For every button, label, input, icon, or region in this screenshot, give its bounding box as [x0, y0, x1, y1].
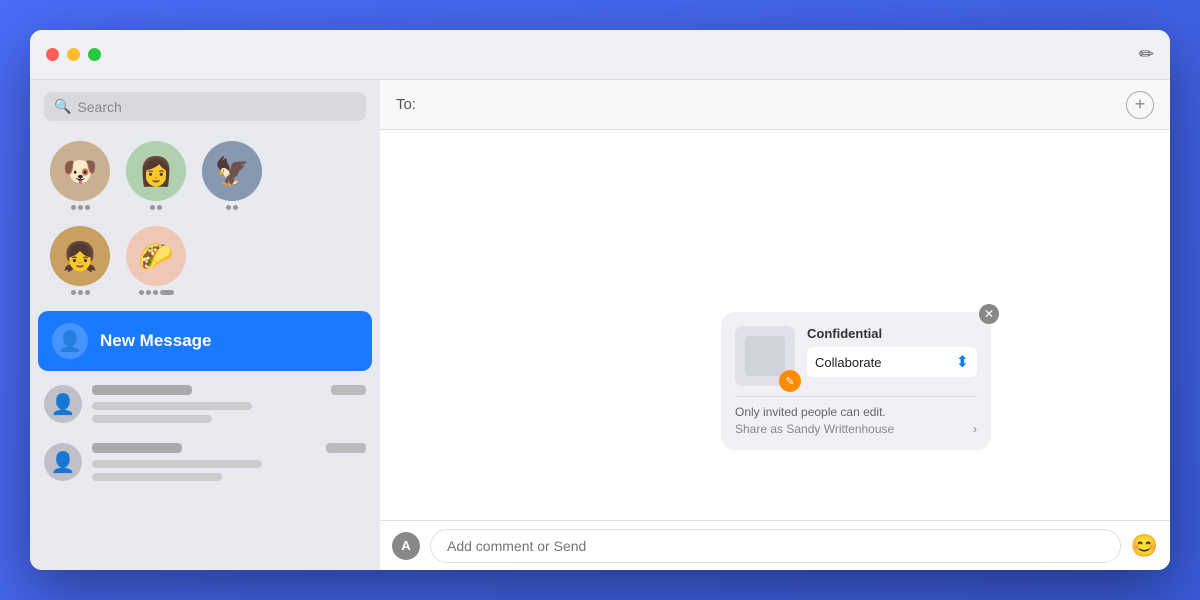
- footer-link-text: Share as Sandy Writtenhouse: [735, 422, 894, 436]
- input-bar: A 😊: [380, 520, 1170, 570]
- convo-person-icon-1: 👤: [51, 392, 76, 417]
- avatar-label-2: [150, 205, 162, 210]
- collaborate-select[interactable]: Collaborate ⬍: [807, 347, 977, 377]
- footer-main-text: Only invited people can edit.: [735, 405, 977, 419]
- convo-text-1: [92, 385, 366, 423]
- convo-preview-1: [92, 402, 252, 410]
- minimize-button[interactable]: [67, 48, 80, 61]
- attachment-footer: Only invited people can edit. Share as S…: [735, 396, 977, 436]
- titlebar: ✏: [30, 30, 1170, 80]
- search-label: Search: [77, 99, 121, 115]
- convo-time-2: [326, 443, 366, 453]
- avatar-1: 🐶: [50, 141, 110, 201]
- convo-text-2: [92, 443, 366, 481]
- avatar-label-5: [139, 290, 174, 295]
- avatar-label-1: [71, 205, 90, 210]
- pinned-contact-1[interactable]: 🐶: [50, 141, 110, 210]
- new-message-label: New Message: [100, 331, 212, 351]
- app-store-icon-label: A: [401, 538, 410, 553]
- close-button[interactable]: [46, 48, 59, 61]
- messages-window: ✏ 🔍 Search 🐶 👩: [30, 30, 1170, 570]
- sidebar: 🔍 Search 🐶 👩 🦅: [30, 80, 380, 570]
- convo-preview-1b: [92, 415, 212, 423]
- app-store-button[interactable]: A: [392, 532, 420, 560]
- convo-preview-2: [92, 460, 262, 468]
- maximize-button[interactable]: [88, 48, 101, 61]
- search-bar[interactable]: 🔍 Search: [44, 92, 366, 121]
- pinned-contact-2[interactable]: 👩: [126, 141, 186, 210]
- pinned-contacts-row2: 👧 🌮: [30, 222, 380, 307]
- attachment-close-button[interactable]: ✕: [979, 304, 999, 324]
- convo-avatar-1: 👤: [44, 385, 82, 423]
- edit-badge: ✎: [779, 370, 801, 392]
- conversation-item-1[interactable]: 👤: [30, 375, 380, 433]
- attachment-thumbnail: ✎: [735, 326, 795, 386]
- select-value: Collaborate: [815, 355, 882, 370]
- conversation-item-2[interactable]: 👤: [30, 433, 380, 491]
- new-message-item[interactable]: 👤 New Message: [38, 311, 372, 371]
- right-panel: To: + ✕ ✎ Confidential: [380, 80, 1170, 570]
- footer-link-row[interactable]: Share as Sandy Writtenhouse ›: [735, 422, 977, 436]
- emoji-button[interactable]: 😊: [1131, 533, 1158, 559]
- attachment-inner: ✎ Confidential Collaborate ⬍: [735, 326, 977, 386]
- search-icon: 🔍: [54, 98, 71, 115]
- convo-name-2: [92, 443, 182, 453]
- to-input-area[interactable]: [416, 80, 1126, 129]
- convo-time-1: [331, 385, 366, 395]
- person-icon: 👤: [58, 329, 83, 354]
- convo-preview-2b: [92, 473, 222, 481]
- traffic-lights: [46, 48, 101, 61]
- pinned-contact-5[interactable]: 🌮: [126, 226, 186, 295]
- convo-name-row-1: [92, 385, 366, 395]
- to-label: To:: [396, 96, 416, 113]
- message-area: ✕ ✎ Confidential Collaborate ⬍: [380, 130, 1170, 520]
- new-message-avatar: 👤: [52, 323, 88, 359]
- select-arrows-icon: ⬍: [956, 352, 969, 372]
- avatar-4: 👧: [50, 226, 110, 286]
- convo-name-row-2: [92, 443, 366, 453]
- message-input[interactable]: [430, 529, 1121, 563]
- attachment-card: ✕ ✎ Confidential Collaborate ⬍: [721, 312, 991, 450]
- avatar-label-4: [71, 290, 90, 295]
- pinned-contact-4[interactable]: 👧: [50, 226, 110, 295]
- pinned-contact-3[interactable]: 🦅: [202, 141, 262, 210]
- avatar-3: 🦅: [202, 141, 262, 201]
- pinned-contacts-row1: 🐶 👩 🦅: [30, 133, 380, 222]
- chevron-right-icon: ›: [973, 422, 977, 436]
- convo-avatar-2: 👤: [44, 443, 82, 481]
- convo-name-1: [92, 385, 192, 395]
- compose-icon[interactable]: ✏: [1139, 44, 1154, 65]
- attachment-details: Confidential Collaborate ⬍: [807, 326, 977, 377]
- attachment-title: Confidential: [807, 326, 977, 341]
- avatar-label-3: [226, 205, 238, 210]
- to-bar: To: +: [380, 80, 1170, 130]
- add-recipient-button[interactable]: +: [1126, 91, 1154, 119]
- convo-person-icon-2: 👤: [51, 450, 76, 475]
- avatar-5: 🌮: [126, 226, 186, 286]
- avatar-2: 👩: [126, 141, 186, 201]
- thumb-preview: [745, 336, 785, 376]
- main-content: 🔍 Search 🐶 👩 🦅: [30, 80, 1170, 570]
